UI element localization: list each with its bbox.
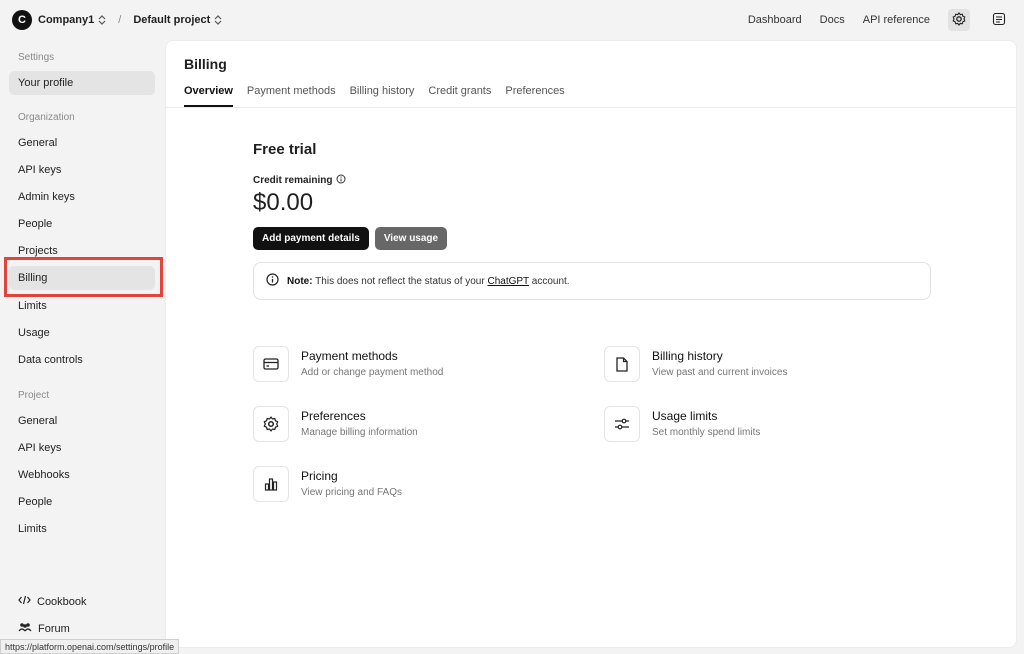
forum-link[interactable]: Forum: [18, 622, 70, 635]
add-payment-details-button[interactable]: Add payment details: [253, 227, 369, 250]
card-title: Payment methods: [301, 349, 398, 363]
chevron-updown-icon[interactable]: [98, 15, 106, 25]
card-title: Preferences: [301, 409, 366, 423]
card-subtitle: View pricing and FAQs: [301, 487, 402, 498]
info-circle-icon: [266, 273, 279, 289]
sliders-icon: [604, 406, 640, 442]
sidebar-item-usage[interactable]: Usage: [9, 321, 155, 345]
tab-payment-methods[interactable]: Payment methods: [247, 85, 336, 107]
breadcrumb-separator: /: [118, 14, 122, 26]
card-payment-methods[interactable]: Payment methods Add or change payment me…: [253, 346, 553, 382]
tab-divider: [166, 107, 1016, 108]
card-subtitle: Set monthly spend limits: [652, 427, 761, 438]
tab-billing-history[interactable]: Billing history: [350, 85, 415, 107]
dashboard-link[interactable]: Dashboard: [748, 14, 802, 26]
main-panel: Billing Overview Payment methods Billing…: [165, 40, 1017, 648]
top-bar: C Company1 / Default project Dashboard D…: [0, 0, 1024, 40]
card-usage-limits[interactable]: Usage limits Set monthly spend limits: [604, 406, 904, 442]
sidebar-item-org-people[interactable]: People: [9, 212, 155, 236]
credit-label-row: Credit remaining: [253, 174, 933, 187]
note-prefix: Note:: [287, 275, 313, 287]
sidebar-item-project-people[interactable]: People: [9, 490, 155, 514]
card-billing-history[interactable]: Billing history View past and current in…: [604, 346, 904, 382]
note-text: Note: This does not reflect the status o…: [287, 276, 570, 287]
chatgpt-link[interactable]: ChatGPT: [487, 276, 529, 287]
action-buttons: Add payment details View usage: [253, 227, 933, 250]
user-menu-button[interactable]: [988, 9, 1010, 31]
card-title: Usage limits: [652, 409, 718, 423]
status-bar-url: https://platform.openai.com/settings/pro…: [0, 639, 180, 654]
forum-label: Forum: [38, 622, 70, 635]
billing-tabs: Overview Payment methods Billing history…: [184, 85, 565, 107]
note-body-before: This does not reflect the status of your: [315, 275, 485, 287]
docs-link[interactable]: Docs: [820, 14, 845, 26]
project-switcher[interactable]: Default project: [133, 14, 210, 26]
gear-icon: [952, 11, 966, 29]
tab-preferences[interactable]: Preferences: [505, 85, 564, 107]
credit-amount: $0.00: [253, 189, 314, 216]
view-usage-button[interactable]: View usage: [374, 227, 448, 250]
settings-heading: Settings: [18, 52, 55, 63]
tab-credit-grants[interactable]: Credit grants: [428, 85, 491, 107]
card-title: Billing history: [652, 349, 723, 363]
gear-icon: [253, 406, 289, 442]
plan-name: Free trial: [253, 141, 317, 158]
card-title: Pricing: [301, 469, 338, 483]
organization-heading: Organization: [18, 112, 75, 123]
code-icon: [18, 595, 31, 608]
org-avatar[interactable]: C: [12, 10, 32, 30]
sidebar-item-org-limits[interactable]: Limits: [9, 294, 155, 318]
note-banner: Note: This does not reflect the status o…: [253, 262, 931, 300]
card-subtitle: View past and current invoices: [652, 367, 788, 378]
chevron-updown-icon[interactable]: [214, 15, 222, 25]
note-body-after: account.: [531, 275, 570, 287]
bar-chart-icon: [253, 466, 289, 502]
user-avatar-icon: [992, 12, 1006, 29]
card-subtitle: Add or change payment method: [301, 367, 444, 378]
sidebar-item-billing[interactable]: Billing: [9, 266, 155, 290]
credit-card-icon: [253, 346, 289, 382]
sidebar-item-org-api-keys[interactable]: API keys: [9, 158, 155, 182]
settings-button[interactable]: [948, 9, 970, 31]
info-icon[interactable]: [336, 174, 346, 187]
cookbook-link[interactable]: Cookbook: [18, 595, 87, 608]
document-icon: [604, 346, 640, 382]
api-reference-link[interactable]: API reference: [863, 14, 930, 26]
sidebar-item-projects[interactable]: Projects: [9, 239, 155, 263]
org-switcher[interactable]: Company1: [38, 14, 94, 26]
cookbook-label: Cookbook: [37, 595, 87, 608]
tab-overview[interactable]: Overview: [184, 85, 233, 107]
project-heading: Project: [18, 390, 50, 401]
card-pricing[interactable]: Pricing View pricing and FAQs: [253, 466, 553, 502]
sidebar: Settings Your profile Organization Gener…: [0, 40, 165, 654]
sidebar-item-project-general[interactable]: General: [9, 409, 155, 433]
sidebar-item-webhooks[interactable]: Webhooks: [9, 463, 155, 487]
sidebar-item-your-profile[interactable]: Your profile: [9, 71, 155, 95]
card-preferences[interactable]: Preferences Manage billing information: [253, 406, 553, 442]
sidebar-item-project-limits[interactable]: Limits: [9, 517, 155, 541]
sidebar-item-project-api-keys[interactable]: API keys: [9, 436, 155, 460]
users-icon: [18, 622, 32, 635]
credit-label: Credit remaining: [253, 175, 333, 186]
sidebar-item-admin-keys[interactable]: Admin keys: [9, 185, 155, 209]
sidebar-item-org-general[interactable]: General: [9, 131, 155, 155]
page-title: Billing: [184, 56, 227, 72]
overview-content: Free trial Credit remaining $0.00 Add pa…: [253, 141, 933, 300]
sidebar-item-data-controls[interactable]: Data controls: [9, 348, 155, 372]
card-subtitle: Manage billing information: [301, 427, 418, 438]
